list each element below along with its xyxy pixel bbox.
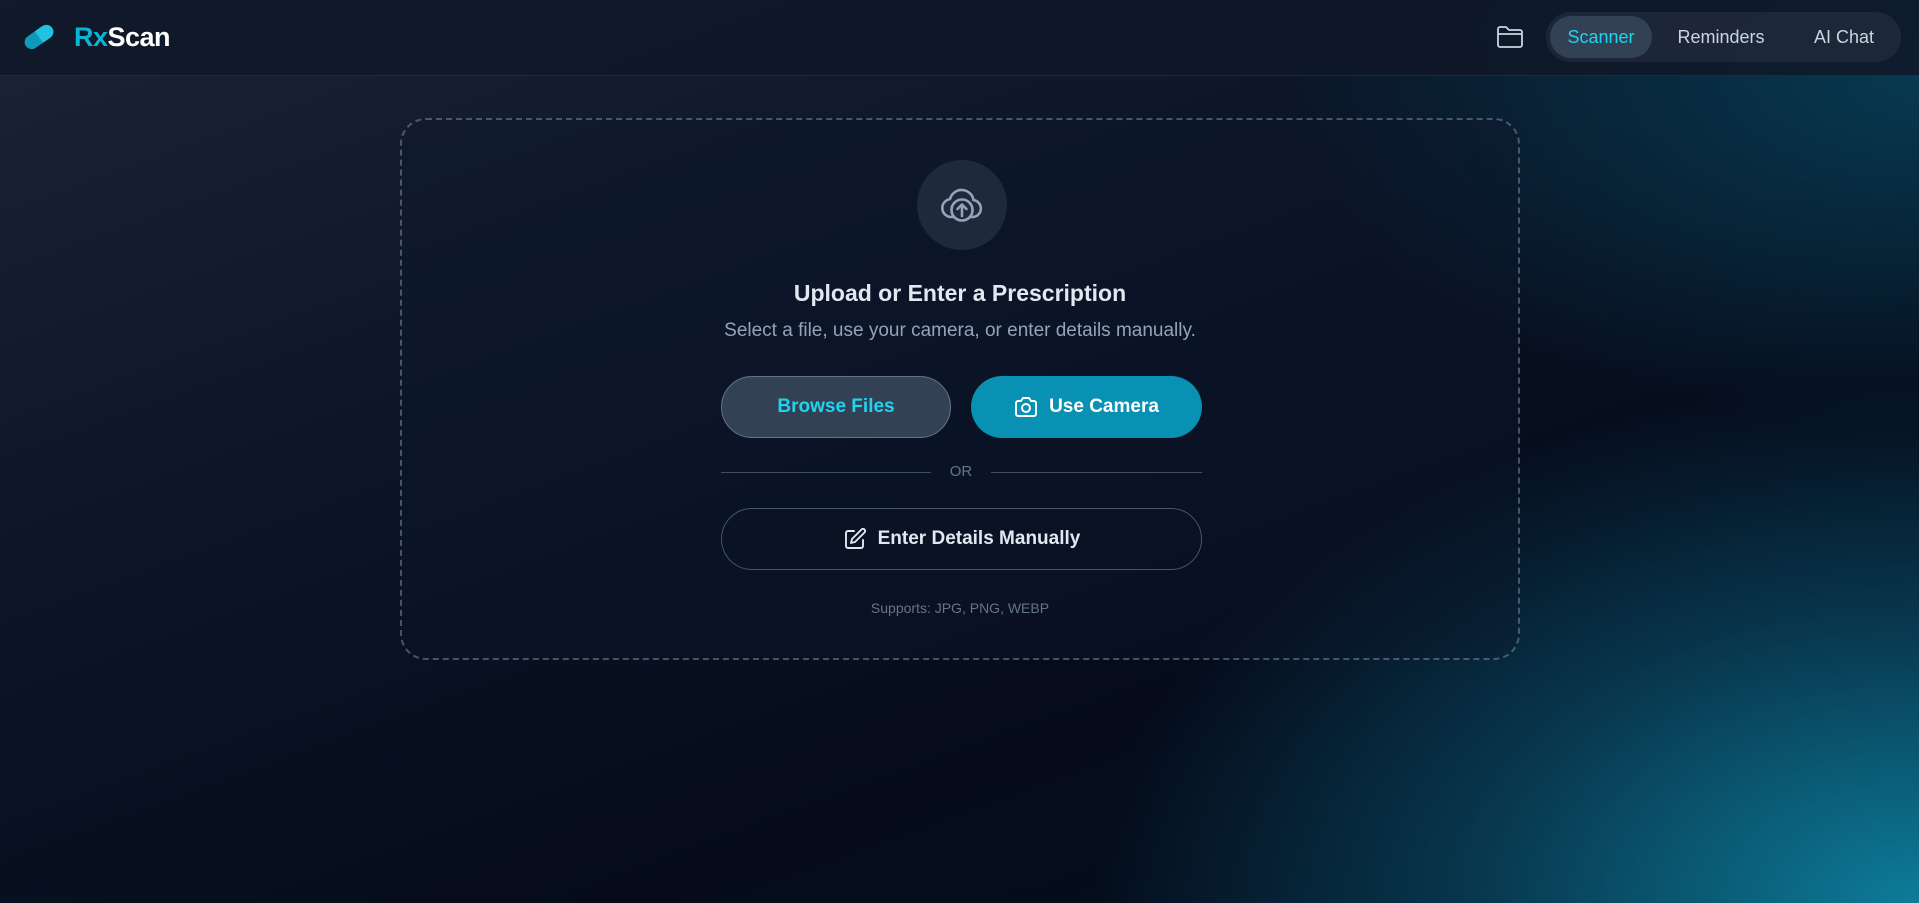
main-nav: Scanner Reminders AI Chat	[1546, 12, 1901, 62]
brand-logo[interactable]: RxScan	[22, 20, 171, 54]
camera-icon	[1015, 397, 1038, 417]
edit-icon	[844, 528, 866, 549]
divider-line-right	[991, 472, 1202, 473]
nav-tab-ai-chat[interactable]: AI Chat	[1794, 16, 1894, 58]
upload-icon-badge	[917, 160, 1007, 250]
brand-suffix: Scan	[107, 21, 171, 52]
browse-files-label: Browse Files	[777, 396, 895, 417]
nav-tab-reminders[interactable]: Reminders	[1664, 16, 1778, 58]
app-header: RxScan Scanner Reminders AI Chat	[0, 0, 1919, 76]
browse-files-button[interactable]: Browse Files	[721, 376, 951, 438]
use-camera-label: Use Camera	[1049, 396, 1159, 417]
folder-icon	[1497, 26, 1523, 48]
divider-line-left	[721, 472, 931, 473]
enter-details-manually-label: Enter Details Manually	[877, 528, 1081, 549]
use-camera-button[interactable]: Use Camera	[971, 376, 1202, 438]
enter-details-manually-button[interactable]: Enter Details Manually	[721, 508, 1202, 570]
brand-prefix: Rx	[74, 21, 108, 52]
upload-subtitle: Select a file, use your camera, or enter…	[724, 320, 1196, 341]
folder-button[interactable]	[1494, 22, 1526, 52]
pill-icon	[24, 24, 54, 50]
or-label: OR	[949, 463, 973, 480]
or-divider: OR	[721, 462, 1202, 482]
cloud-upload-icon	[941, 188, 983, 222]
supported-formats: Supports: JPG, PNG, WEBP	[870, 600, 1050, 616]
upload-title: Upload or Enter a Prescription	[793, 280, 1127, 306]
upload-dropzone[interactable]: Upload or Enter a Prescription Select a …	[400, 118, 1520, 660]
nav-tab-scanner[interactable]: Scanner	[1550, 16, 1652, 58]
brand-name: RxScan	[74, 21, 171, 53]
